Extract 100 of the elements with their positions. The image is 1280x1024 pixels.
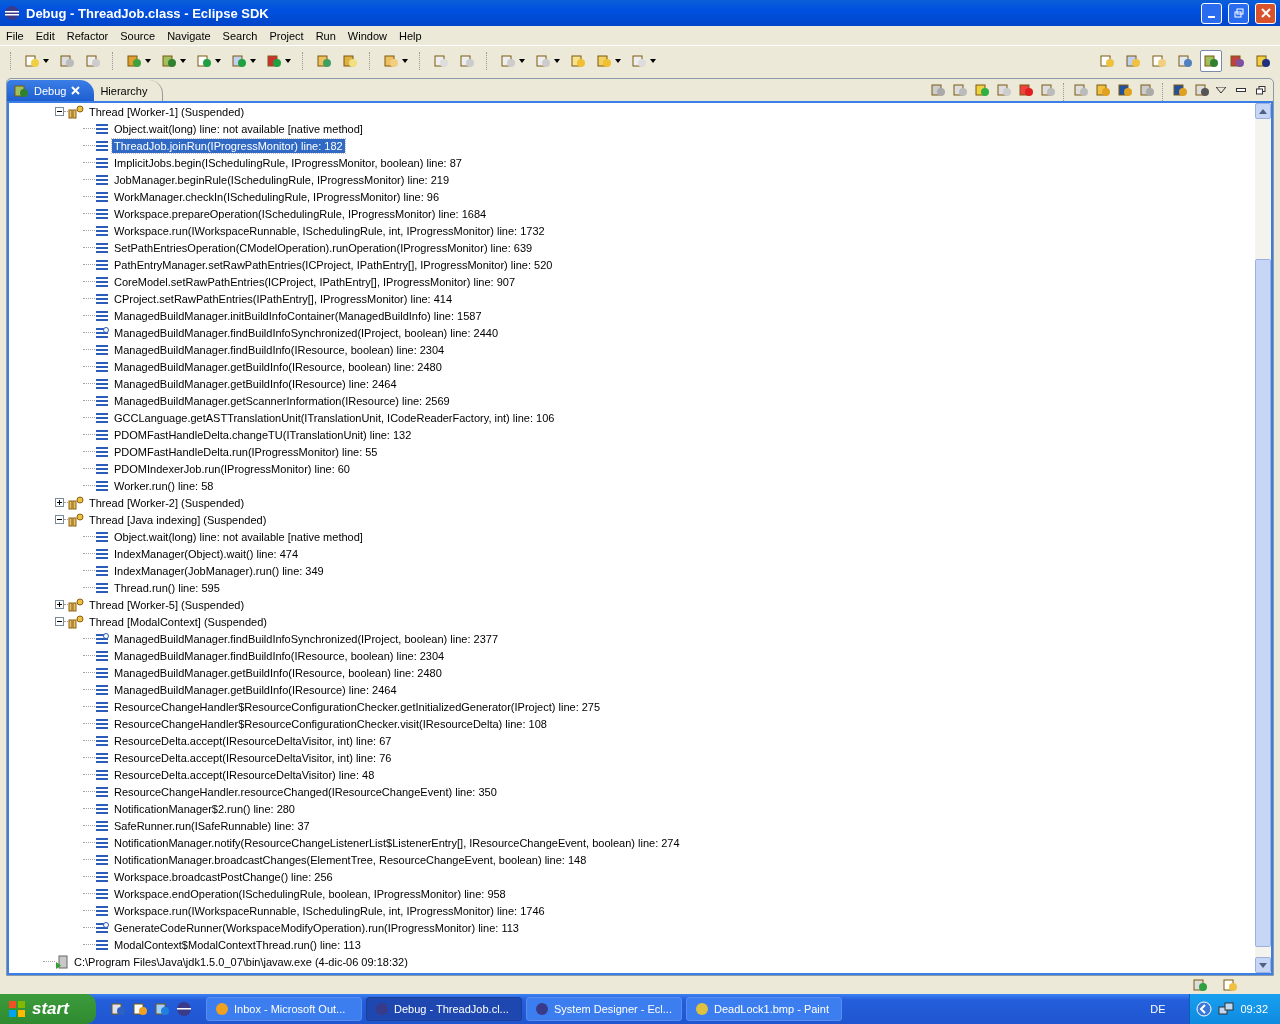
stack-frame[interactable]: Workspace.run(IWorkspaceRunnable, ISchedulingRule, int, IProgressMonitor) line: 1746 [112,903,547,918]
stack-frame[interactable]: ManagedBuildManager.findBuildInfoSynchronized(IProject, boolean) line: 2377 [112,631,501,646]
taskbar-button[interactable]: System Designer - Ecl... [526,997,682,1021]
thread-label[interactable]: Thread [Java indexing] (Suspended) [87,512,269,527]
stack-frame[interactable]: JobManager.beginRule(ISchedulingRule, IProgressMonitor) line: 219 [112,172,452,187]
close-icon [1260,8,1271,18]
stack-frame[interactable]: SetPathEntriesOperation(CModelOperation).runOperation(IProgressMonitor) line: 639 [112,240,535,255]
stack-frame-icon [95,564,109,577]
expand-icon[interactable] [55,600,64,609]
taskbar-button[interactable]: Debug - ThreadJob.cl... [366,997,522,1021]
menu-item[interactable]: Refactor [60,29,115,42]
stack-frame[interactable]: Object.wait(long) line: not available [native method] [112,121,365,136]
collapse-icon[interactable] [55,515,64,524]
stack-frame-icon [95,258,109,271]
scroll-up-icon[interactable] [1259,108,1267,114]
stack-frame[interactable]: ManagedBuildManager.getBuildInfo(IResource, boolean) line: 2480 [112,359,444,374]
menu-item[interactable]: Search [216,29,264,42]
menu-item[interactable]: Project [263,29,310,42]
stack-frame[interactable]: NotificationManager.notify(ResourceChangeListenerList$ListenerEntry[], IResourceChangeEvent, boolean) line: 274 [112,835,682,850]
restore-button[interactable] [1228,2,1249,24]
stack-frame[interactable]: ResourceChangeHandler.resourceChanged(IResourceChangeEvent) line: 350 [112,784,499,799]
stack-frame[interactable]: PathEntryManager.setRawPathEntries(ICProject, IPathEntry[], IProgressMonitor) line: 520 [112,257,555,272]
taskbar-button[interactable]: DeadLock1.bmp - Paint [686,997,842,1021]
taskbar-button[interactable]: Inbox - Microsoft Out... [206,997,362,1021]
close-button[interactable] [1255,2,1276,24]
stack-frame-icon [95,904,109,917]
stack-frame[interactable]: ManagedBuildManager.initBuildInfoContainer(ManagedBuildInfo) line: 1587 [112,308,484,323]
stack-frame[interactable]: ResourceDelta.accept(IResourceDeltaVisitor) line: 48 [112,767,377,782]
menu-item[interactable]: File [0,29,30,42]
stack-frame[interactable]: PDOMIndexerJob.run(IProgressMonitor) line: 60 [112,461,352,476]
stack-frame[interactable]: ResourceChangeHandler$ResourceConfigurationChecker.visit(IResourceDelta) line: 108 [112,716,549,731]
stack-frame[interactable]: ModalContext$ModalContextThread.run() line: 113 [112,937,363,952]
stack-frame-icon [95,836,109,849]
stack-frame-icon [95,819,109,832]
stack-frame[interactable]: NotificationManager.broadcastChanges(ElementTree, ResourceChangeEvent, boolean) line: 148 [112,852,589,867]
stack-frame[interactable]: ResourceChangeHandler$ResourceConfigurationChecker.getInitializedGenerator(IProject) line: 275 [112,699,603,714]
stack-frame[interactable]: CProject.setRawPathEntries(IPathEntry[], IProgressMonitor) line: 414 [112,291,455,306]
start-button[interactable]: start [0,994,96,1024]
expand-icon[interactable] [55,498,64,507]
stack-frame[interactable]: Worker.run() line: 58 [112,478,216,493]
triangle-icon [1216,87,1226,93]
view-tab[interactable]: Debug [7,80,95,101]
collapse-icon[interactable] [55,617,64,626]
stack-frame[interactable]: ResourceDelta.accept(IResourceDeltaVisitor, int) line: 76 [112,750,394,765]
stack-frame[interactable]: WorkManager.checkIn(ISchedulingRule, IProgressMonitor) line: 96 [112,189,442,204]
stack-frame[interactable]: Workspace.broadcastPostChange() line: 256 [112,869,335,884]
thread-label[interactable]: Thread [Worker-5] (Suspended) [87,597,247,612]
stack-frame[interactable]: ManagedBuildManager.getBuildInfo(IResource) line: 2464 [112,376,399,391]
menu-item[interactable]: Window [341,29,393,42]
vertical-scrollbar[interactable] [1255,103,1271,973]
minimize-button[interactable] [1201,2,1222,24]
stack-frame-icon [95,224,109,237]
network-icon[interactable] [1218,1001,1235,1017]
menu-item[interactable]: Help [393,29,428,42]
stack-frame[interactable]: PDOMFastHandleDelta.run(IProgressMonitor) line: 55 [112,444,380,459]
stack-frame[interactable]: Workspace.run(IWorkspaceRunnable, ISchedulingRule, int, IProgressMonitor) line: 1732 [112,223,547,238]
thread-label[interactable]: Thread [Worker-2] (Suspended) [87,495,247,510]
close-icon[interactable] [71,86,81,95]
menu-item[interactable]: Run [309,29,342,42]
scroll-down-icon[interactable] [1259,962,1267,968]
stack-frame-icon [95,683,109,696]
stack-frame[interactable]: CoreModel.setRawPathEntries(ICProject, IPathEntry[], IProgressMonitor) line: 907 [112,274,518,289]
stack-frame-icon [95,241,109,254]
stack-frame[interactable]: PDOMFastHandleDelta.changeTU(ITranslationUnit) line: 132 [112,427,414,442]
process-icon [55,954,69,969]
stack-frame[interactable]: ManagedBuildManager.findBuildInfo(IResource, boolean) line: 2304 [112,342,447,357]
stack-frame[interactable]: ManagedBuildManager.findBuildInfoSynchronized(IProject, boolean) line: 2440 [112,325,501,340]
menu-item[interactable]: Source [114,29,162,42]
chevron-icon[interactable] [1196,1001,1213,1017]
stack-frame[interactable]: Thread.run() line: 595 [112,580,222,595]
stack-frame[interactable]: ImplicitJobs.begin(ISchedulingRule, IProgressMonitor, boolean) line: 87 [112,155,464,170]
stack-frame-icon [95,173,109,186]
menu-item[interactable]: Navigate [161,29,217,42]
stack-frame[interactable]: GCCLanguage.getASTTranslationUnit(ITranslationUnit, ICodeReaderFactory, int) line: 106 [112,410,557,425]
stack-frame-icon [95,649,109,662]
stack-frame[interactable]: GenerateCodeRunner(WorkspaceModifyOperation).run(IProgressMonitor) line: 113 [112,920,521,935]
stack-frame[interactable]: ManagedBuildManager.getScannerInformation(IResource) line: 2569 [112,393,452,408]
stack-frame-icon [95,411,109,424]
stack-frame[interactable]: Workspace.endOperation(ISchedulingRule, boolean, IProgressMonitor) line: 958 [112,886,508,901]
collapse-icon[interactable] [55,107,64,116]
stack-frame[interactable]: ManagedBuildManager.getBuildInfo(IResource) line: 2464 [112,682,399,697]
stack-frame[interactable]: ResourceDelta.accept(IResourceDeltaVisitor, int) line: 67 [112,733,394,748]
thread-label[interactable]: Thread [Worker-1] (Suspended) [87,104,247,119]
stack-frame[interactable]: Object.wait(long) line: not available [native method] [112,529,365,544]
stack-frame[interactable]: ManagedBuildManager.getBuildInfo(IResource, boolean) line: 2480 [112,665,444,680]
stack-frame[interactable]: IndexManager(Object).wait() line: 474 [112,546,301,561]
stack-frame[interactable]: Workspace.prepareOperation(ISchedulingRule, IProgressMonitor) line: 1684 [112,206,489,221]
eclipse-logo-icon[interactable] [176,1001,192,1017]
language-indicator[interactable]: DE [1150,1003,1166,1015]
process-label[interactable]: C:\Program Files\Java\jdk1.5.0_07\bin\javaw.exe (4-dic-06 09:18:32) [72,954,410,969]
thread-label[interactable]: Thread [ModalContext] (Suspended) [87,614,269,629]
stack-frame[interactable]: IndexManager(JobManager).run() line: 349 [112,563,326,578]
stack-frame[interactable]: NotificationManager$2.run() line: 280 [112,801,297,816]
minimize-icon [1208,16,1215,18]
menu-item[interactable]: Edit [29,29,61,42]
stack-frame[interactable]: ManagedBuildManager.findBuildInfo(IResource, boolean) line: 2304 [112,648,447,663]
debug-perspective-button[interactable] [1200,50,1222,72]
stack-frame-icon [95,428,109,441]
stack-frame[interactable]: ThreadJob.joinRun(IProgressMonitor) line: 182 [112,138,345,153]
stack-frame[interactable]: SafeRunner.run(ISafeRunnable) line: 37 [112,818,312,833]
